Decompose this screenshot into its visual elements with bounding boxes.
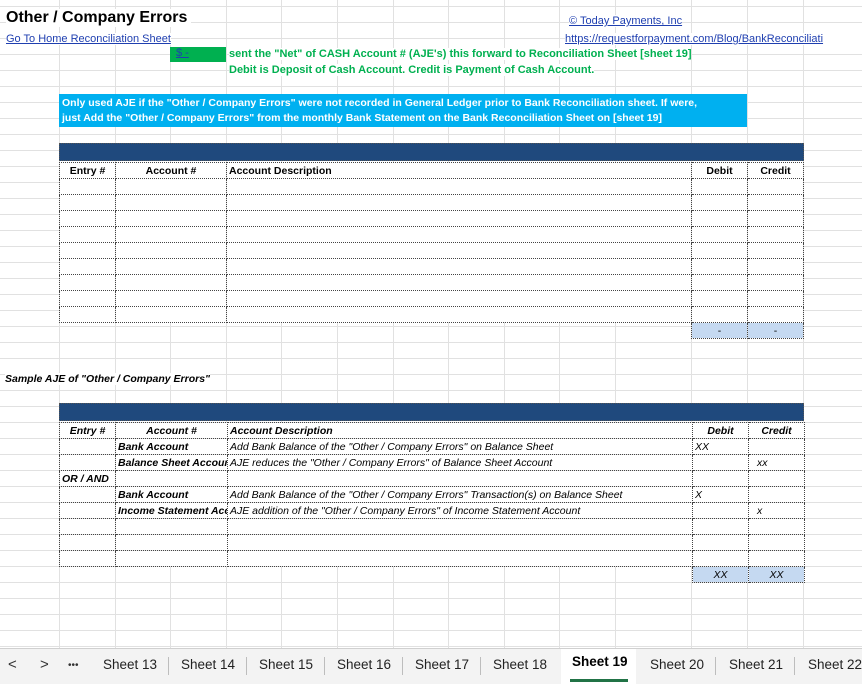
- table-row[interactable]: Bank Account Add Bank Balance of the "Ot…: [59, 438, 805, 455]
- col-entry: Entry #: [59, 162, 116, 179]
- table-row[interactable]: [59, 226, 804, 243]
- tab-divider: [715, 657, 716, 675]
- entry-cell: [59, 502, 116, 519]
- total-credit[interactable]: -: [747, 322, 804, 339]
- col-debit: Debit: [691, 162, 748, 179]
- entry-cell: [59, 438, 116, 455]
- tab-sheet-13[interactable]: Sheet 13: [103, 657, 157, 672]
- tab-sheet-15[interactable]: Sheet 15: [259, 657, 313, 672]
- sheet-tab-bar: < > ••• Sheet 13 Sheet 14 Sheet 15 Sheet…: [0, 648, 862, 685]
- col-credit: Credit: [747, 162, 804, 179]
- sample-total-credit[interactable]: XX: [748, 566, 805, 583]
- col-account: Account #: [115, 422, 228, 439]
- description-cell: [227, 470, 693, 487]
- tab-divider: [168, 657, 169, 675]
- credit-cell: [748, 470, 805, 487]
- tab-sheet-20[interactable]: Sheet 20: [650, 657, 704, 672]
- table-row[interactable]: [59, 274, 804, 291]
- sample-aje-label: Sample AJE of "Other / Company Errors": [5, 373, 211, 385]
- info-box: Only used AJE if the "Other / Company Er…: [59, 94, 747, 127]
- credit-cell: [748, 438, 805, 455]
- totals-row: XX XX: [60, 566, 805, 583]
- net-note-1: sent the "Net" of CASH Account # (AJE's)…: [229, 48, 692, 60]
- table-header-row: Entry # Account # Account Description De…: [59, 422, 805, 439]
- description-cell: AJE addition of the "Other / Company Err…: [227, 502, 693, 519]
- table-row[interactable]: Bank Account Add Bank Balance of the "Ot…: [59, 486, 805, 503]
- credit-cell: x: [748, 502, 805, 519]
- aje-table: Entry # Account # Account Description De…: [59, 162, 804, 339]
- tab-sheet-21[interactable]: Sheet 21: [729, 657, 783, 672]
- company-link[interactable]: © Today Payments, Inc: [569, 15, 683, 27]
- tab-divider: [246, 657, 247, 675]
- table-row[interactable]: [59, 306, 804, 323]
- tab-divider: [480, 657, 481, 675]
- credit-cell: [748, 486, 805, 503]
- active-tab-indicator: [570, 679, 628, 682]
- col-account: Account #: [115, 162, 227, 179]
- table-row[interactable]: OR / AND: [59, 470, 805, 487]
- net-cash-value: $ -: [176, 47, 189, 59]
- table-row[interactable]: [59, 518, 805, 535]
- table1-header-bar: [59, 143, 804, 161]
- tab-divider: [324, 657, 325, 675]
- tab-sheet-19[interactable]: Sheet 19: [572, 654, 628, 669]
- tab-divider: [794, 657, 795, 675]
- tab-sheet-16[interactable]: Sheet 16: [337, 657, 391, 672]
- sample-total-debit[interactable]: XX: [692, 566, 749, 583]
- col-description: Account Description: [227, 422, 693, 439]
- sample-aje-table: Entry # Account # Account Description De…: [59, 422, 805, 583]
- account-cell: Balance Sheet Account: [115, 454, 228, 471]
- col-debit: Debit: [692, 422, 749, 439]
- next-sheet-arrow-icon[interactable]: >: [40, 656, 49, 673]
- debit-cell: [692, 454, 749, 471]
- credit-cell: xx: [748, 454, 805, 471]
- page-title: Other / Company Errors: [6, 9, 192, 27]
- table-row[interactable]: [59, 210, 804, 227]
- totals-row: - -: [60, 322, 804, 339]
- more-sheets-icon[interactable]: •••: [68, 660, 79, 671]
- debit-cell: XX: [692, 438, 749, 455]
- debit-cell: [692, 470, 749, 487]
- debit-cell: [692, 502, 749, 519]
- info-line-1: Only used AJE if the "Other / Company Er…: [62, 97, 698, 109]
- account-cell: [115, 470, 228, 487]
- sample-header-bar: [59, 403, 804, 421]
- net-cash-cell[interactable]: $ -: [170, 47, 226, 62]
- home-reconciliation-link[interactable]: Go To Home Reconciliation Sheet: [6, 33, 171, 45]
- table-row[interactable]: [59, 194, 804, 211]
- table-row[interactable]: Income Statement Account AJE addition of…: [59, 502, 805, 519]
- entry-cell: [59, 486, 116, 503]
- tab-sheet-22[interactable]: Sheet 22: [808, 657, 862, 672]
- tab-divider: [402, 657, 403, 675]
- description-cell: Add Bank Balance of the "Other / Company…: [227, 486, 693, 503]
- description-cell: AJE reduces the "Other / Company Errors"…: [227, 454, 693, 471]
- total-debit[interactable]: -: [691, 322, 748, 339]
- col-entry: Entry #: [59, 422, 116, 439]
- info-line-2: just Add the "Other / Company Errors" fr…: [62, 112, 662, 124]
- debit-cell: X: [692, 486, 749, 503]
- table-row[interactable]: [59, 550, 805, 567]
- table-row[interactable]: [59, 290, 804, 307]
- table-header-row: Entry # Account # Account Description De…: [59, 162, 804, 179]
- entry-cell: [59, 454, 116, 471]
- tab-sheet-17[interactable]: Sheet 17: [415, 657, 469, 672]
- table-row[interactable]: [59, 242, 804, 259]
- account-cell: Bank Account: [115, 438, 228, 455]
- account-cell: Income Statement Account: [115, 502, 228, 519]
- entry-cell: OR / AND: [59, 470, 116, 487]
- col-credit: Credit: [748, 422, 805, 439]
- blog-url-link[interactable]: https://requestforpayment.com/Blog/BankR…: [565, 33, 862, 45]
- description-cell: Add Bank Balance of the "Other / Company…: [227, 438, 693, 455]
- tab-sheet-18[interactable]: Sheet 18: [493, 657, 547, 672]
- net-note-2: Debit is Deposit of Cash Account. Credit…: [229, 64, 595, 76]
- table-row[interactable]: Balance Sheet Account AJE reduces the "O…: [59, 454, 805, 471]
- col-description: Account Description: [226, 162, 692, 179]
- tab-sheet-14[interactable]: Sheet 14: [181, 657, 235, 672]
- table-row[interactable]: [59, 534, 805, 551]
- table-row[interactable]: [59, 178, 804, 195]
- table-row[interactable]: [59, 258, 804, 275]
- prev-sheet-arrow-icon[interactable]: <: [8, 656, 17, 673]
- account-cell: Bank Account: [115, 486, 228, 503]
